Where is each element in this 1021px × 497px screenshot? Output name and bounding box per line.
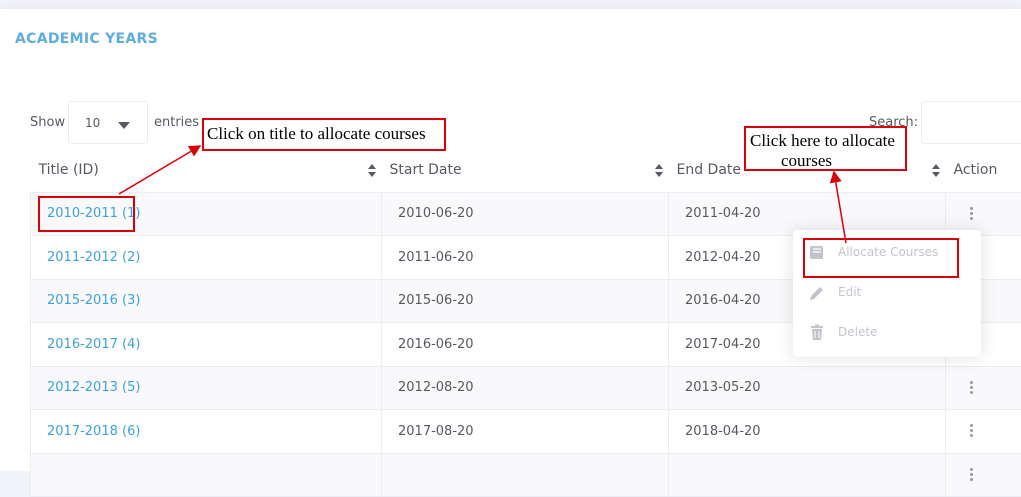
end-date-cell: 2018-04-20 [669, 410, 946, 454]
menu-item-label: Delete [838, 325, 877, 339]
start-date-cell: 2011-06-20 [382, 236, 669, 280]
menu-item-label: Edit [838, 285, 861, 299]
page-header: ACADEMIC YEARS [0, 9, 1021, 70]
column-header-title-label: Title (ID) [39, 162, 99, 178]
title-cell: 2015-2016 (3) [31, 279, 382, 323]
academic-year-title-link[interactable]: 2015-2016 (3) [47, 293, 140, 308]
start-date-cell: 2017-08-20 [382, 410, 669, 454]
allocate-callout-line-1: Click here to allocate [750, 131, 903, 151]
academic-year-title-link[interactable]: 2016-2017 (4) [47, 337, 140, 352]
title-cell: 2011-2012 (2) [31, 236, 382, 280]
caret-down-icon [118, 122, 130, 129]
title-cell [31, 453, 382, 497]
action-cell [946, 453, 1021, 497]
start-date-cell [382, 453, 669, 497]
start-date-cell: 2015-06-20 [382, 279, 669, 323]
sort-icon [655, 164, 663, 178]
title-annotation-callout: Click on title to allocate courses [202, 118, 446, 151]
allocate-callout-line-2: courses [750, 151, 903, 171]
trash-icon [807, 323, 827, 343]
sort-icon [368, 164, 376, 178]
action-cell [946, 192, 1021, 236]
menu-item-delete[interactable]: Delete [807, 321, 977, 345]
title-cell: 2012-2013 (5) [31, 366, 382, 410]
more-vertical-icon[interactable] [970, 381, 974, 395]
start-date-cell: 2012-08-20 [382, 366, 669, 410]
column-header-start-date[interactable]: Start Date [382, 149, 669, 192]
start-date-cell: 2010-06-20 [382, 192, 669, 236]
more-vertical-icon[interactable] [970, 424, 974, 438]
table-row: 2012-2013 (5) 2012-08-20 2013-05-20 [31, 366, 1021, 410]
end-date-cell: 2013-05-20 [669, 366, 946, 410]
pencil-icon [807, 283, 827, 303]
end-date-cell: 2011-04-20 [669, 192, 946, 236]
more-vertical-icon[interactable] [970, 207, 974, 221]
entries-label: entries [154, 115, 199, 130]
menu-item-edit[interactable]: Edit [807, 281, 977, 305]
title-highlight-box [38, 196, 135, 232]
title-cell: 2017-2018 (6) [31, 410, 382, 454]
entries-select[interactable]: 10 [68, 101, 148, 144]
allocate-highlight-box [803, 238, 959, 278]
search-input[interactable] [921, 101, 1021, 144]
page-title: ACADEMIC YEARS [15, 31, 158, 47]
show-label: Show [30, 115, 65, 130]
academic-year-title-link[interactable]: 2011-2012 (2) [47, 250, 140, 265]
table-row [31, 453, 1021, 497]
sort-icon [932, 164, 940, 178]
column-header-action-label: Action [954, 162, 998, 178]
table-row: 2017-2018 (6) 2017-08-20 2018-04-20 [31, 410, 1021, 454]
academic-year-title-link[interactable]: 2017-2018 (6) [47, 424, 140, 439]
table-row: 2010-2011 (1) 2010-06-20 2011-04-20 [31, 192, 1021, 236]
column-header-start-date-label: Start Date [390, 162, 462, 178]
end-date-cell [669, 453, 946, 497]
more-vertical-icon[interactable] [970, 468, 974, 482]
column-header-action: Action [946, 149, 1021, 192]
start-date-cell: 2016-06-20 [382, 323, 669, 367]
title-cell: 2016-2017 (4) [31, 323, 382, 367]
column-header-title[interactable]: Title (ID) [31, 149, 382, 192]
action-cell [946, 366, 1021, 410]
action-cell [946, 410, 1021, 454]
academic-year-title-link[interactable]: 2012-2013 (5) [47, 380, 140, 395]
column-header-end-date-label: End Date [677, 162, 742, 178]
allocate-annotation-callout: Click here to allocate courses [744, 126, 907, 171]
entries-select-value: 10 [85, 116, 100, 130]
